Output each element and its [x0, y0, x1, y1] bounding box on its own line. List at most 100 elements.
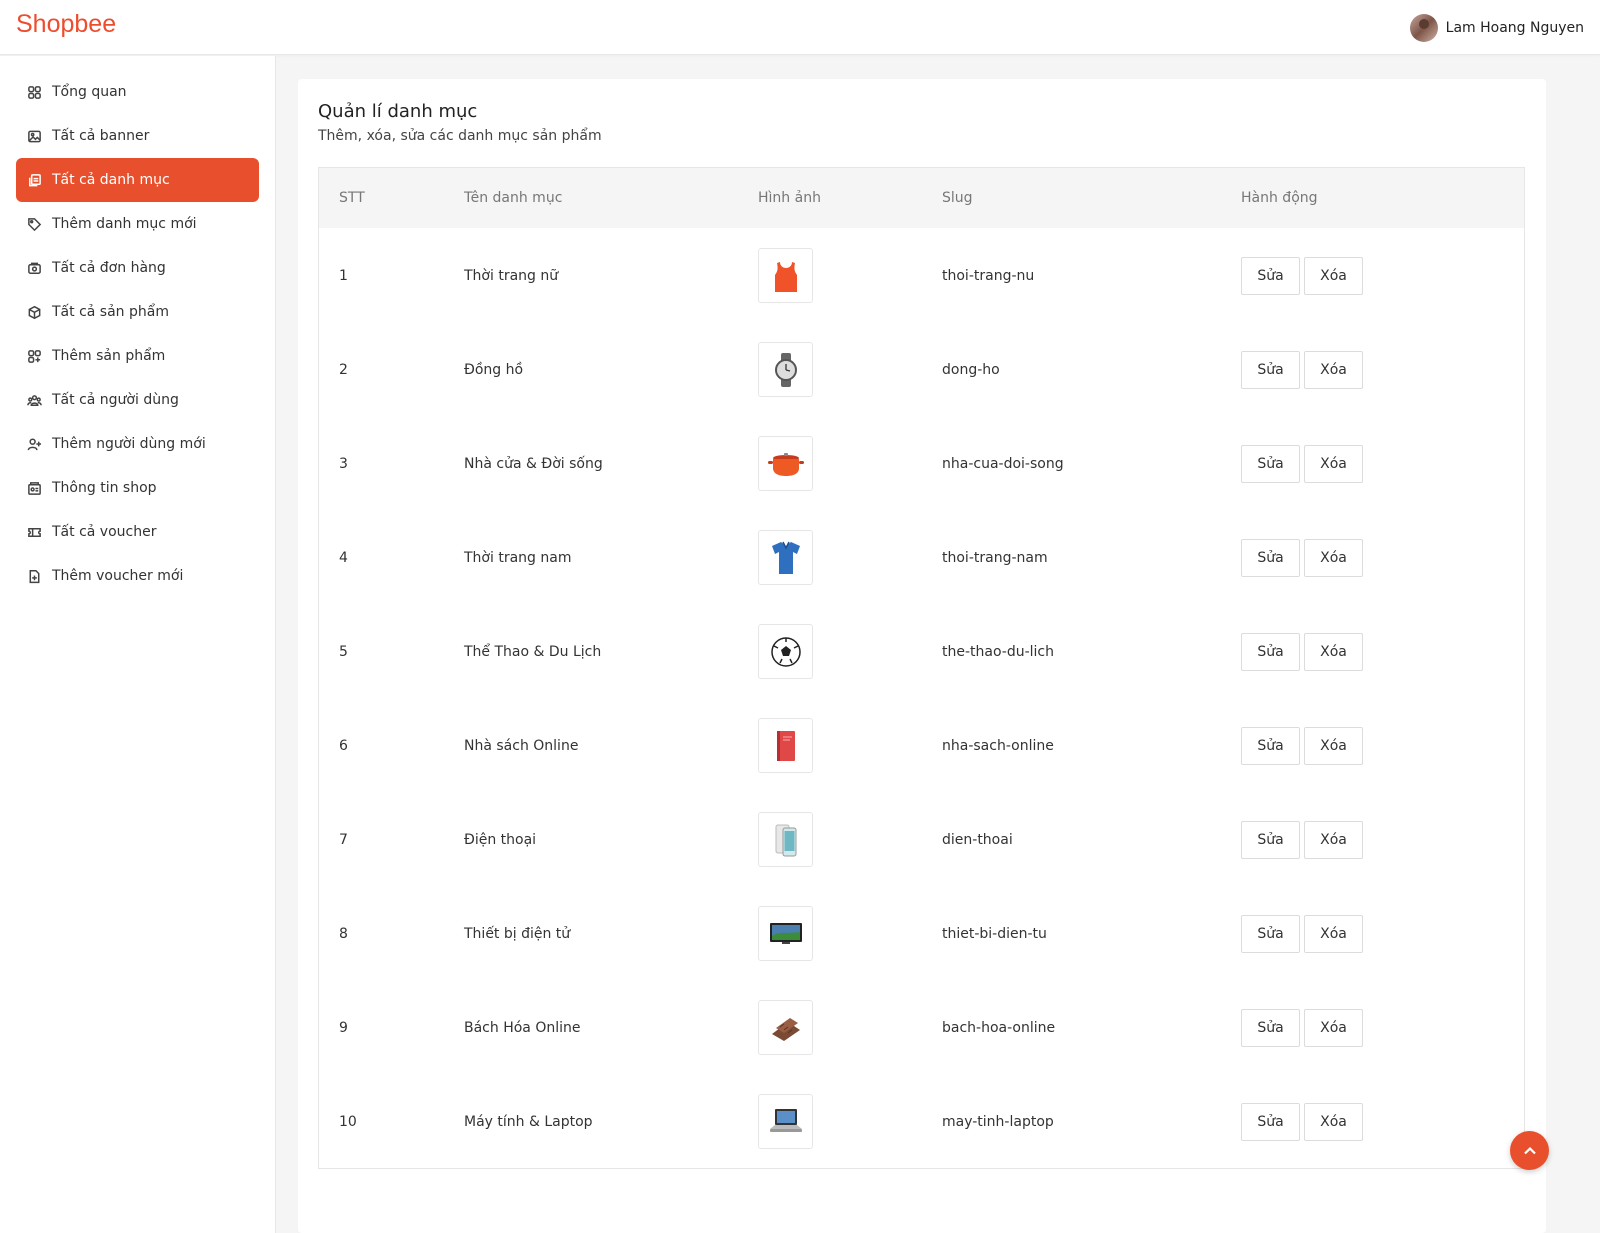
table-row: 1 Thời trang nữ thoi-trang-nu Sửa Xóa	[319, 228, 1524, 322]
edit-button[interactable]: Sửa	[1241, 915, 1300, 953]
sidebar-item-add-file[interactable]: Thêm voucher mới	[16, 554, 259, 598]
delete-button[interactable]: Xóa	[1304, 633, 1363, 671]
table-body: 1 Thời trang nữ thoi-trang-nu Sửa Xóa 2 Đồng h…	[319, 228, 1524, 1168]
row-slug: nha-sach-online	[942, 738, 1054, 754]
edit-button[interactable]: Sửa	[1241, 1103, 1300, 1141]
header-stt: STT	[339, 190, 365, 206]
header-slug: Slug	[942, 190, 973, 206]
sidebar-item-label: Thêm người dùng mới	[52, 436, 206, 452]
scroll-to-top-button[interactable]	[1510, 1131, 1549, 1170]
table-row: 2 Đồng hồ dong-ho Sửa Xóa	[319, 322, 1524, 416]
row-stt: 8	[339, 926, 348, 942]
sidebar-item-label: Thêm sản phẩm	[52, 348, 166, 364]
chocolate-icon	[771, 1017, 800, 1041]
sidebar-item-label: Tổng quan	[52, 84, 127, 100]
row-slug: the-thao-du-lich	[942, 644, 1055, 660]
copy-icon	[26, 172, 42, 188]
sidebar-item-tag[interactable]: Thêm danh mục mới	[16, 202, 259, 246]
sidebar-item-add-user[interactable]: Thêm người dùng mới	[16, 422, 259, 466]
delete-button[interactable]: Xóa	[1304, 1009, 1363, 1047]
delete-button[interactable]: Xóa	[1304, 1103, 1363, 1141]
row-stt: 10	[339, 1114, 357, 1130]
delete-button[interactable]: Xóa	[1304, 445, 1363, 483]
table-row: 8 Thiết bị điện tử thiet-bi-dien-tu Sửa Xóa	[319, 886, 1524, 980]
row-actions: Sửa Xóa	[1241, 821, 1363, 859]
delete-button[interactable]: Xóa	[1304, 257, 1363, 295]
table-row: 9 Bách Hóa Online bach-hoa-online Sửa Xóa	[319, 980, 1524, 1074]
sidebar-item-dashboard[interactable]: Tổng quan	[16, 70, 259, 114]
book-icon	[776, 730, 795, 761]
sidebar-item-add-grid[interactable]: Thêm sản phẩm	[16, 334, 259, 378]
polo-shirt-icon	[771, 541, 800, 574]
row-image	[758, 624, 813, 679]
user-menu[interactable]: Lam Hoang Nguyen	[1409, 13, 1584, 43]
pot-icon	[767, 452, 804, 476]
row-image	[758, 1094, 813, 1149]
soccer-ball-icon	[770, 636, 801, 667]
row-slug: dien-thoai	[942, 832, 1013, 848]
edit-button[interactable]: Sửa	[1241, 351, 1300, 389]
delete-button[interactable]: Xóa	[1304, 727, 1363, 765]
row-actions: Sửa Xóa	[1241, 1009, 1363, 1047]
row-actions: Sửa Xóa	[1241, 445, 1363, 483]
dashboard-icon	[26, 84, 42, 100]
row-category-name: Thể Thao & Du Lịch	[464, 644, 602, 660]
delete-button[interactable]: Xóa	[1304, 351, 1363, 389]
delete-button[interactable]: Xóa	[1304, 915, 1363, 953]
sidebar-item-copy[interactable]: Tất cả danh mục	[16, 158, 259, 202]
row-actions: Sửa Xóa	[1241, 727, 1363, 765]
sidebar-item-shop[interactable]: Thông tin shop	[16, 466, 259, 510]
edit-button[interactable]: Sửa	[1241, 821, 1300, 859]
sidebar-item-label: Tất cả người dùng	[52, 392, 179, 408]
edit-button[interactable]: Sửa	[1241, 445, 1300, 483]
row-category-name: Máy tính & Laptop	[464, 1114, 593, 1130]
row-slug: may-tinh-laptop	[942, 1114, 1054, 1130]
row-stt: 2	[339, 362, 348, 378]
shop-icon	[26, 480, 42, 496]
row-image	[758, 342, 813, 397]
logo[interactable]: Shopbee	[16, 10, 116, 39]
row-slug: thiet-bi-dien-tu	[942, 926, 1047, 942]
row-slug: bach-hoa-online	[942, 1020, 1056, 1036]
sidebar-item-orders[interactable]: Tất cả đơn hàng	[16, 246, 259, 290]
row-stt: 5	[339, 644, 348, 660]
sidebar-item-label: Thêm danh mục mới	[52, 216, 197, 232]
edit-button[interactable]: Sửa	[1241, 1009, 1300, 1047]
delete-button[interactable]: Xóa	[1304, 539, 1363, 577]
main-card: Quản lí danh mục Thêm, xóa, sửa các danh…	[298, 79, 1546, 1233]
row-slug: nha-cua-doi-song	[942, 456, 1064, 472]
row-image	[758, 906, 813, 961]
header-actions: Hành động	[1241, 190, 1318, 206]
table-row: 3 Nhà cửa & Đời sống nha-cua-doi-song Sửa Xó…	[319, 416, 1524, 510]
sidebar-item-image[interactable]: Tất cả banner	[16, 114, 259, 158]
row-stt: 3	[339, 456, 348, 472]
user-name[interactable]: Lam Hoang Nguyen	[1446, 20, 1584, 36]
sidebar-item-users[interactable]: Tất cả người dùng	[16, 378, 259, 422]
row-image	[758, 530, 813, 585]
delete-button[interactable]: Xóa	[1304, 821, 1363, 859]
row-category-name: Nhà cửa & Đời sống	[464, 456, 603, 472]
sidebar-item-ticket[interactable]: Tất cả voucher	[16, 510, 259, 554]
sidebar: Tổng quan Tất cả banner Tất cả danh mục Thê…	[0, 56, 276, 1233]
page-title: Quản lí danh mục	[318, 101, 478, 122]
avatar[interactable]	[1409, 14, 1438, 42]
sidebar-item-label: Thông tin shop	[52, 480, 157, 496]
sidebar-item-label: Tất cả danh mục	[52, 172, 170, 188]
edit-button[interactable]: Sửa	[1241, 539, 1300, 577]
row-category-name: Nhà sách Online	[464, 738, 579, 754]
sidebar-nav: Tổng quan Tất cả banner Tất cả danh mục Thê…	[16, 70, 259, 598]
category-table: STT Tên danh mục Hình ảnh Slug Hành động…	[318, 167, 1525, 1169]
sidebar-item-label: Tất cả sản phẩm	[52, 304, 169, 320]
row-actions: Sửa Xóa	[1241, 257, 1363, 295]
table-row: 10 Máy tính & Laptop may-tinh-laptop Sửa Xóa	[319, 1074, 1524, 1168]
sidebar-item-box[interactable]: Tất cả sản phẩm	[16, 290, 259, 334]
row-actions: Sửa Xóa	[1241, 633, 1363, 671]
row-category-name: Bách Hóa Online	[464, 1020, 581, 1036]
edit-button[interactable]: Sửa	[1241, 727, 1300, 765]
tag-icon	[26, 216, 42, 232]
orders-icon	[26, 260, 42, 276]
edit-button[interactable]: Sửa	[1241, 257, 1300, 295]
row-actions: Sửa Xóa	[1241, 351, 1363, 389]
edit-button[interactable]: Sửa	[1241, 633, 1300, 671]
watch-icon	[774, 352, 797, 387]
